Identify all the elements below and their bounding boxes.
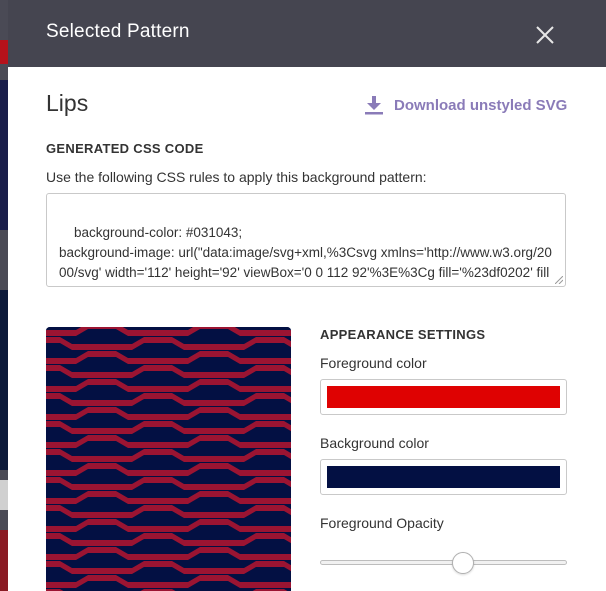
css-instructions: Use the following CSS rules to apply thi… — [46, 169, 427, 185]
foreground-color-label: Foreground color — [320, 355, 427, 371]
pattern-preview-graphic — [46, 327, 291, 591]
backdrop-segment — [0, 480, 8, 510]
foreground-color-swatch — [327, 386, 560, 408]
close-button[interactable] — [532, 22, 558, 48]
download-label: Download unstyled SVG — [394, 96, 568, 114]
resize-grip-icon[interactable] — [555, 276, 563, 284]
backdrop-segment — [0, 80, 8, 230]
backdrop-page — [0, 0, 8, 591]
close-icon — [536, 26, 554, 44]
css-code-text: background-color: #031043; background-im… — [59, 225, 552, 286]
pattern-preview — [46, 327, 291, 591]
download-svg-link[interactable]: Download unstyled SVG — [364, 95, 567, 115]
background-color-label: Background color — [320, 435, 429, 451]
background-color-picker[interactable] — [320, 459, 567, 495]
slider-track — [320, 560, 567, 565]
foreground-color-picker[interactable] — [320, 379, 567, 415]
backdrop-segment — [0, 530, 8, 591]
background-color-swatch — [327, 466, 560, 488]
download-icon — [365, 96, 383, 115]
pattern-name: Lips — [46, 90, 89, 116]
css-section-heading: GENERATED CSS CODE — [46, 141, 204, 156]
backdrop-segment — [0, 40, 8, 64]
appearance-heading: APPEARANCE SETTINGS — [320, 327, 486, 342]
foreground-opacity-slider[interactable] — [320, 551, 567, 575]
backdrop-segment — [0, 290, 8, 470]
modal-header: Selected Pattern — [8, 0, 606, 67]
css-code-textarea[interactable]: background-color: #031043; background-im… — [46, 193, 566, 287]
slider-thumb[interactable] — [451, 552, 474, 574]
foreground-opacity-label: Foreground Opacity — [320, 515, 444, 531]
selected-pattern-modal: Selected Pattern Lips Download unstyled … — [8, 0, 606, 591]
modal-title: Selected Pattern — [46, 21, 190, 42]
